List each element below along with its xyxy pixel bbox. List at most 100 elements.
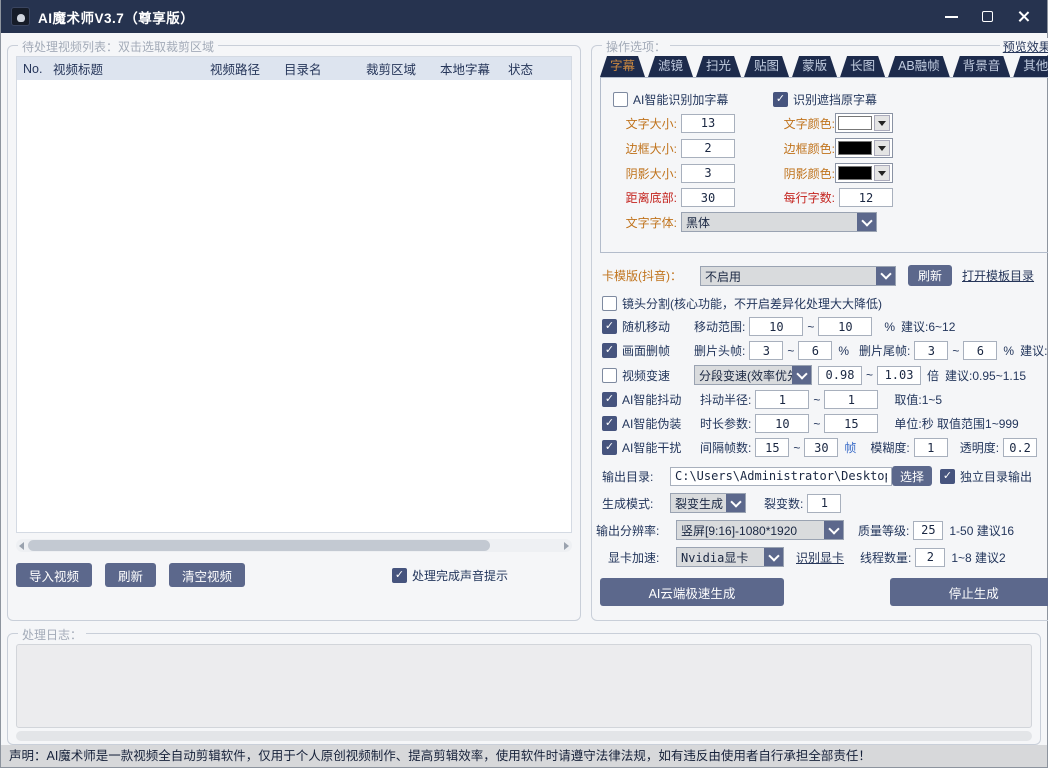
template-select[interactable]: 不启用 [700,266,896,286]
tab-ab-blend[interactable]: AB融帧 [888,56,950,77]
import-video-button[interactable]: 导入视频 [16,563,92,587]
border-size-input[interactable] [681,139,735,158]
standalone-dir-checkbox[interactable] [940,469,955,484]
tab-sticker[interactable]: 贴图 [744,56,789,77]
log-hscrollbar[interactable] [16,731,1032,741]
app-icon [11,7,30,26]
close-button[interactable] [1009,5,1037,29]
resolution-select[interactable]: 竖屏[9:16]-1080*1920 [676,520,844,540]
border-color-select[interactable] [835,138,893,158]
tab-subtitle[interactable]: 字幕 [600,56,645,77]
cover-original-subtitle-label: 识别遮挡原字幕 [793,91,877,108]
jitter-to-input[interactable] [824,390,878,409]
chevron-down-icon [824,521,843,539]
ai-disguise-checkbox[interactable] [602,416,617,431]
clear-video-button[interactable]: 清空视频 [169,563,245,587]
chevron-down-icon [857,213,876,231]
tilde-separator: ~ [793,441,800,455]
col-video-title[interactable]: 视频标题 [47,59,204,78]
tab-long-image[interactable]: 长图 [840,56,885,77]
tab-other[interactable]: 其他 [1013,56,1048,77]
font-color-dropdown-icon [874,115,890,131]
video-table: No. 视频标题 视频路径 目录名 裁剪区域 本地字幕 状态 [16,56,572,533]
head-frame-from-input[interactable] [749,341,783,360]
cover-original-subtitle-checkbox[interactable] [773,92,788,107]
speed-change-checkbox[interactable] [602,368,617,383]
maximize-button[interactable] [973,5,1001,29]
log-area[interactable] [16,644,1032,728]
ai-jitter-checkbox[interactable] [602,392,617,407]
speed-mode-select[interactable]: 分段变速(效率优先) [694,365,812,385]
move-range-from-input[interactable] [749,317,803,336]
sound-tip-label: 处理完成声音提示 [412,567,508,584]
ai-add-subtitle-checkbox[interactable] [613,92,628,107]
shadow-color-select[interactable] [835,163,893,183]
tab-mask[interactable]: 蒙版 [792,56,837,77]
frame-delete-checkbox[interactable] [602,343,617,358]
ai-interfere-checkbox[interactable] [602,440,617,455]
window-controls [937,5,1037,29]
tail-frame-to-input[interactable] [963,341,997,360]
bottom-distance-input[interactable] [681,188,735,207]
choose-dir-button[interactable]: 选择 [892,466,932,486]
col-no[interactable]: No. [17,62,47,76]
cloud-generate-button[interactable]: AI云端极速生成 [600,578,784,606]
blur-input[interactable] [914,438,948,457]
threads-input[interactable] [915,548,945,567]
font-color-select[interactable] [835,113,893,133]
scrollbar-thumb[interactable] [28,540,490,551]
jitter-from-input[interactable] [755,390,809,409]
scroll-right-icon[interactable] [564,542,569,550]
lens-split-checkbox[interactable] [602,296,617,311]
video-list-hscrollbar[interactable] [16,539,572,552]
tail-frame-from-input[interactable] [914,341,948,360]
col-crop-area[interactable]: 裁剪区域 [360,59,434,78]
scroll-left-icon[interactable] [19,542,24,550]
speed-to-input[interactable] [877,366,921,385]
col-dir-name[interactable]: 目录名 [278,59,360,78]
head-frame-to-input[interactable] [798,341,832,360]
shadow-size-input[interactable] [681,164,735,183]
interval-from-input[interactable] [755,438,789,457]
refresh-list-button[interactable]: 刷新 [105,563,156,587]
opacity-input[interactable] [1003,438,1037,457]
font-size-input[interactable] [681,114,735,133]
head-frame-unit: % [838,344,849,358]
duration-param-label: 时长参数: [700,415,751,432]
move-range-hint: 建议:6~12 [901,318,955,335]
speed-from-input[interactable] [818,366,862,385]
sound-tip-checkbox[interactable] [392,568,407,583]
chars-per-line-input[interactable] [839,188,893,207]
template-refresh-button[interactable]: 刷新 [908,265,952,286]
open-template-dir-link[interactable]: 打开模板目录 [962,267,1034,284]
interval-to-input[interactable] [804,438,838,457]
col-video-path[interactable]: 视频路径 [204,59,278,78]
duration-to-input[interactable] [824,414,878,433]
ai-interfere-row: AI智能干扰 间隔帧数: ~ 帧 模糊度: 透明度: [602,438,1048,457]
border-color-label: 边框颜色: [753,140,835,157]
bottom-distance-label: 距离底部: [601,189,677,206]
maximize-icon [982,11,993,22]
detect-gpu-link[interactable]: 识别显卡 [796,549,844,566]
move-range-label: 移动范围: [694,318,745,335]
video-table-body[interactable] [17,80,571,532]
output-dir-input[interactable] [670,467,892,486]
tab-filter[interactable]: 滤镜 [648,56,693,77]
gen-mode-select[interactable]: 裂变生成 [670,493,746,513]
preview-effect-link[interactable]: 预览效果 [1000,38,1048,55]
fission-count-input[interactable] [807,494,841,513]
tab-bgm[interactable]: 背景音 [953,56,1011,77]
font-family-select[interactable]: 黑体 [681,212,877,232]
quality-input[interactable] [913,521,943,540]
tab-sweep-light[interactable]: 扫光 [696,56,741,77]
col-local-subtitle[interactable]: 本地字幕 [434,59,502,78]
random-move-checkbox[interactable] [602,319,617,334]
frame-delete-row: 画面删帧 删片头帧: ~ % 删片尾帧: ~ % 建议:3~6 [602,341,1048,360]
col-status[interactable]: 状态 [502,59,571,78]
quality-label: 质量等级: [858,522,909,539]
gpu-select[interactable]: Nvidia显卡 [676,547,784,567]
duration-from-input[interactable] [755,414,809,433]
stop-generate-button[interactable]: 停止生成 [890,578,1048,606]
minimize-button[interactable] [937,5,965,29]
move-range-to-input[interactable] [818,317,872,336]
